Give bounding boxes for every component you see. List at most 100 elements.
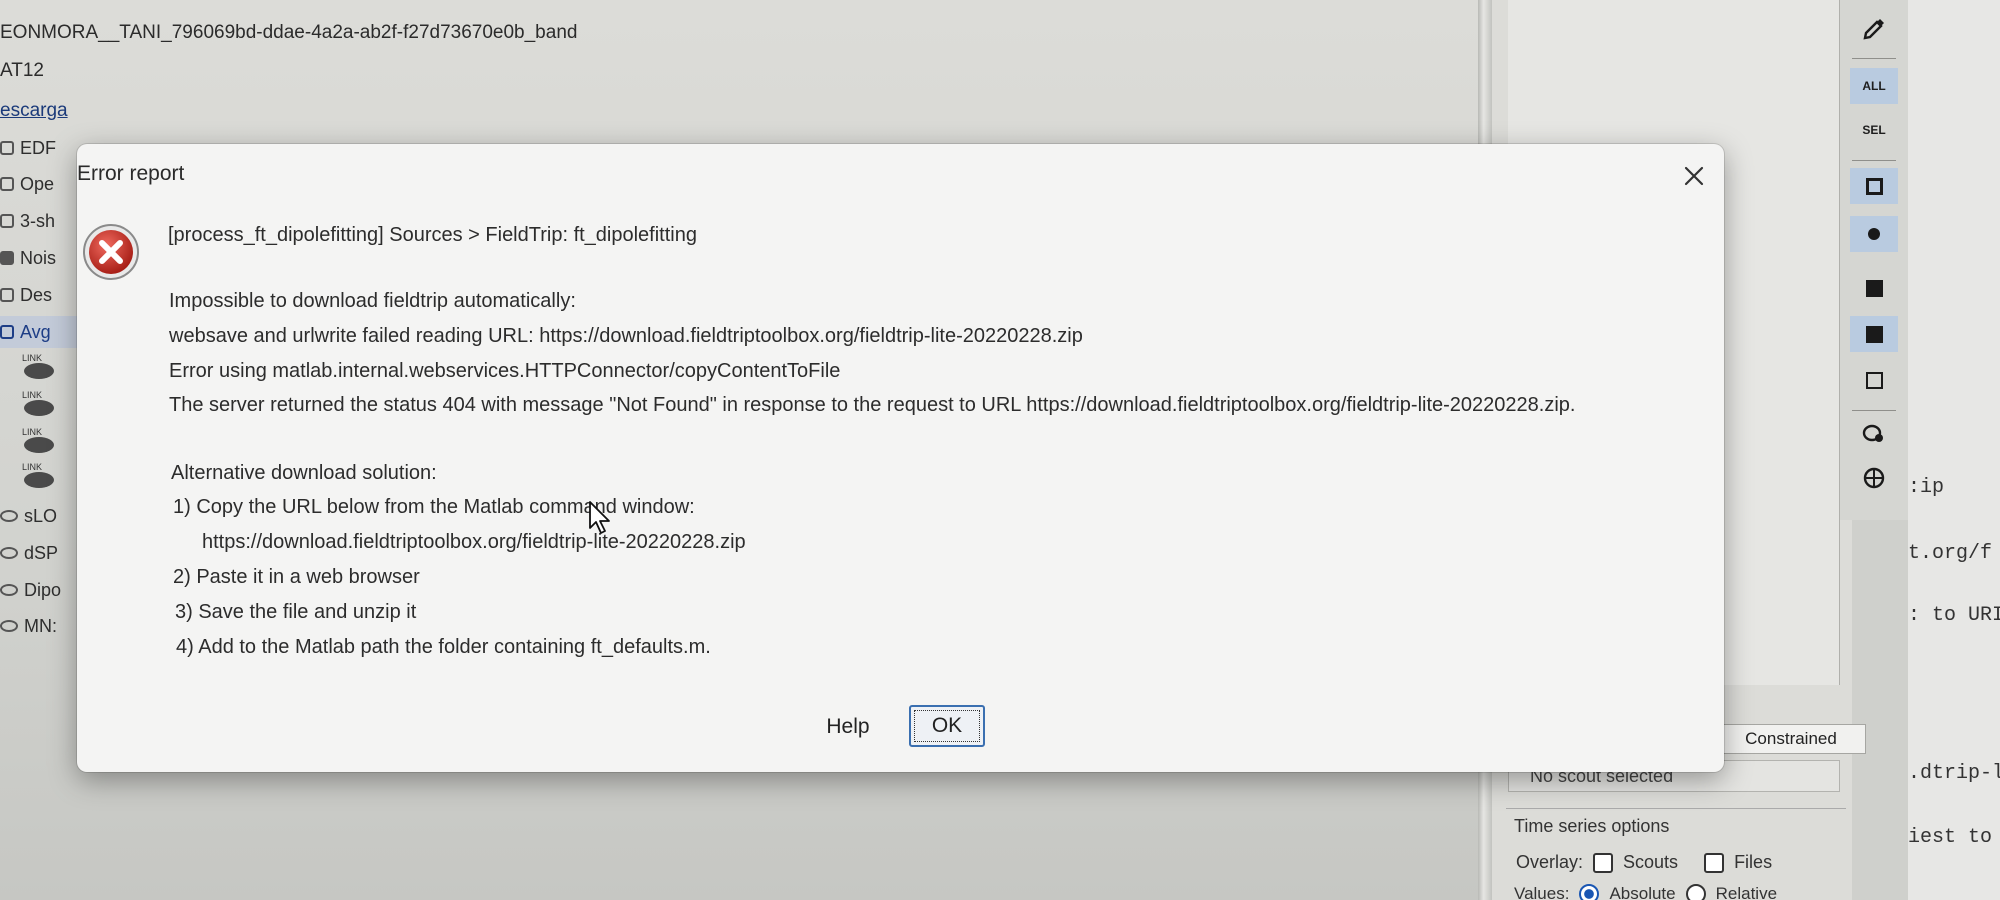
error-icon (83, 224, 139, 280)
console-line: t.org/f (1908, 542, 1993, 565)
toolbar-fill-transparent-button[interactable] (1850, 316, 1898, 352)
matlab-command-window[interactable]: :ip t.org/f : to URI .dtrip-l iest to (1908, 0, 2000, 900)
brain-icon (24, 400, 54, 416)
toolbar-separator (1852, 58, 1896, 59)
tree-item-label: Des (20, 284, 53, 305)
alt-step: 4) Add to the Matlab path the folder con… (176, 636, 711, 658)
message-line: Error using matlab.internal.webservices.… (169, 360, 841, 382)
link-leaf[interactable]: LINK (22, 353, 62, 383)
constrained-option[interactable]: Constrained (1716, 724, 1866, 754)
tree-item-label: Dipo (24, 579, 62, 600)
overlay-files-checkbox[interactable] (1704, 852, 1725, 873)
dialog-title: Error report (77, 162, 185, 185)
tree-item-avg[interactable]: Avg (0, 316, 78, 348)
square-outline-icon (1865, 177, 1883, 195)
time-series-options-title: Time series options (1514, 816, 1670, 836)
toolbar-show-all-button[interactable]: ALL (1850, 68, 1898, 104)
toolbar-separator (1852, 160, 1896, 161)
link-tag: LINK (22, 427, 43, 437)
link-tag: LINK (22, 353, 43, 363)
link-leaf[interactable]: LINK (22, 462, 62, 492)
tree-item-dipole[interactable]: Dipo (0, 574, 78, 606)
tree-item-label: 3-sh (20, 210, 56, 231)
link-leaf[interactable]: LINK (22, 427, 62, 457)
tree-item-label: dSP (24, 542, 59, 563)
tree-item-operation[interactable]: Ope (0, 168, 78, 200)
tree-item-label: Avg (20, 321, 51, 342)
tree-item-description[interactable]: Des (0, 279, 78, 311)
toolbar-atlas-button[interactable] (1850, 460, 1898, 496)
dipole-icon (0, 584, 18, 596)
link-tag: LINK (22, 390, 43, 400)
overlay-scouts-label: Scouts (1623, 852, 1679, 872)
square-outline-icon (1865, 371, 1883, 389)
headmodel-icon (0, 214, 14, 228)
error-header: [process_ft_dipolefitting] Sources > Fie… (168, 224, 697, 246)
brain-icon (1862, 424, 1883, 442)
error-report-dialog: Error report [process_ft_dipolefitting] … (77, 144, 1724, 772)
ok-button[interactable]: OK (909, 705, 985, 747)
close-icon (1684, 166, 1704, 186)
toolbar-fill-button[interactable] (1850, 270, 1898, 306)
dot-icon (1868, 228, 1880, 240)
tree-line-study-name[interactable]: EONMORA__TANI_796069bd-ddae-4a2a-ab2f-f2… (0, 22, 577, 44)
mouse-cursor-icon (589, 501, 610, 534)
toolbar-no-fill-button[interactable] (1850, 362, 1898, 398)
help-button[interactable]: Help (818, 707, 878, 747)
brain-icon (24, 437, 54, 453)
message-line: websave and urlwrite failed reading URL:… (169, 325, 1083, 347)
overlay-label: Overlay: (1516, 852, 1584, 872)
tree-item-label: Ope (20, 173, 55, 194)
tree-item-label: Nois (20, 247, 57, 268)
alt-url: https://download.fieldtriptoolbox.org/fi… (202, 531, 746, 553)
scout-icon (0, 547, 18, 559)
tree-item-mn[interactable]: MN: (0, 610, 78, 642)
square-filled-icon (1865, 325, 1883, 343)
console-line: iest to (1908, 826, 1993, 849)
toolbar-seed-button[interactable] (1850, 216, 1898, 252)
toolbar-separator (1852, 410, 1896, 411)
overlay-row: Overlay: Scouts Files (1516, 852, 1772, 873)
console-line: .dtrip-l (1908, 762, 2000, 785)
alt-step: 2) Paste it in a web browser (173, 566, 420, 588)
brain-icon (24, 363, 54, 379)
values-absolute-label: Absolute (1609, 884, 1676, 900)
alt-step: 1) Copy the URL below from the Matlab co… (173, 496, 695, 518)
link-leaf[interactable]: LINK (22, 390, 62, 420)
data-icon (0, 288, 14, 302)
tree-line-link[interactable]: escarga (0, 100, 68, 122)
tree-item-label: MN: (24, 615, 57, 636)
alt-step: 3) Save the file and unzip it (175, 601, 417, 623)
toolbar-show-selected-button[interactable]: SEL (1850, 112, 1898, 148)
brain-icon (24, 472, 54, 488)
toolbar-brain-button[interactable] (1850, 416, 1898, 452)
tree-item-3-shell[interactable]: 3-sh (0, 205, 78, 237)
globe-icon (1863, 467, 1885, 489)
scout-icon (0, 620, 18, 632)
values-row: Values: Absolute Relative (1514, 884, 1777, 900)
scout-icon (0, 510, 18, 522)
values-relative-radio[interactable] (1685, 884, 1706, 900)
console-line: : to URI (1908, 604, 2000, 627)
message-line: The server returned the status 404 with … (169, 394, 1576, 416)
message-line: Impossible to download fieldtrip automat… (169, 290, 576, 312)
file-icon (0, 177, 14, 191)
toolbar-contour-button[interactable] (1850, 168, 1898, 204)
close-button[interactable] (1676, 158, 1712, 194)
section-divider (1506, 808, 1846, 809)
alt-solution-title: Alternative download solution: (171, 462, 437, 484)
tree-item-noise[interactable]: Nois (0, 242, 78, 274)
overlay-files-label: Files (1734, 852, 1773, 872)
tree-item-scout-slo[interactable]: sLO (0, 500, 78, 532)
overlay-scouts-checkbox[interactable] (1593, 852, 1614, 873)
tree-line-condition[interactable]: AT12 (0, 60, 44, 82)
dialog-titlebar[interactable]: Error report (77, 144, 1724, 202)
values-relative-label: Relative (1715, 884, 1778, 900)
pencil-icon (1863, 19, 1884, 40)
tree-item-label: sLO (24, 505, 58, 526)
values-absolute-radio[interactable] (1579, 884, 1600, 900)
tree-item-scout-dspm[interactable]: dSP (0, 537, 78, 569)
tree-item-edf[interactable]: EDF (0, 132, 78, 164)
link-tag: LINK (22, 462, 43, 472)
toolbar-edit-button[interactable] (1850, 10, 1898, 46)
